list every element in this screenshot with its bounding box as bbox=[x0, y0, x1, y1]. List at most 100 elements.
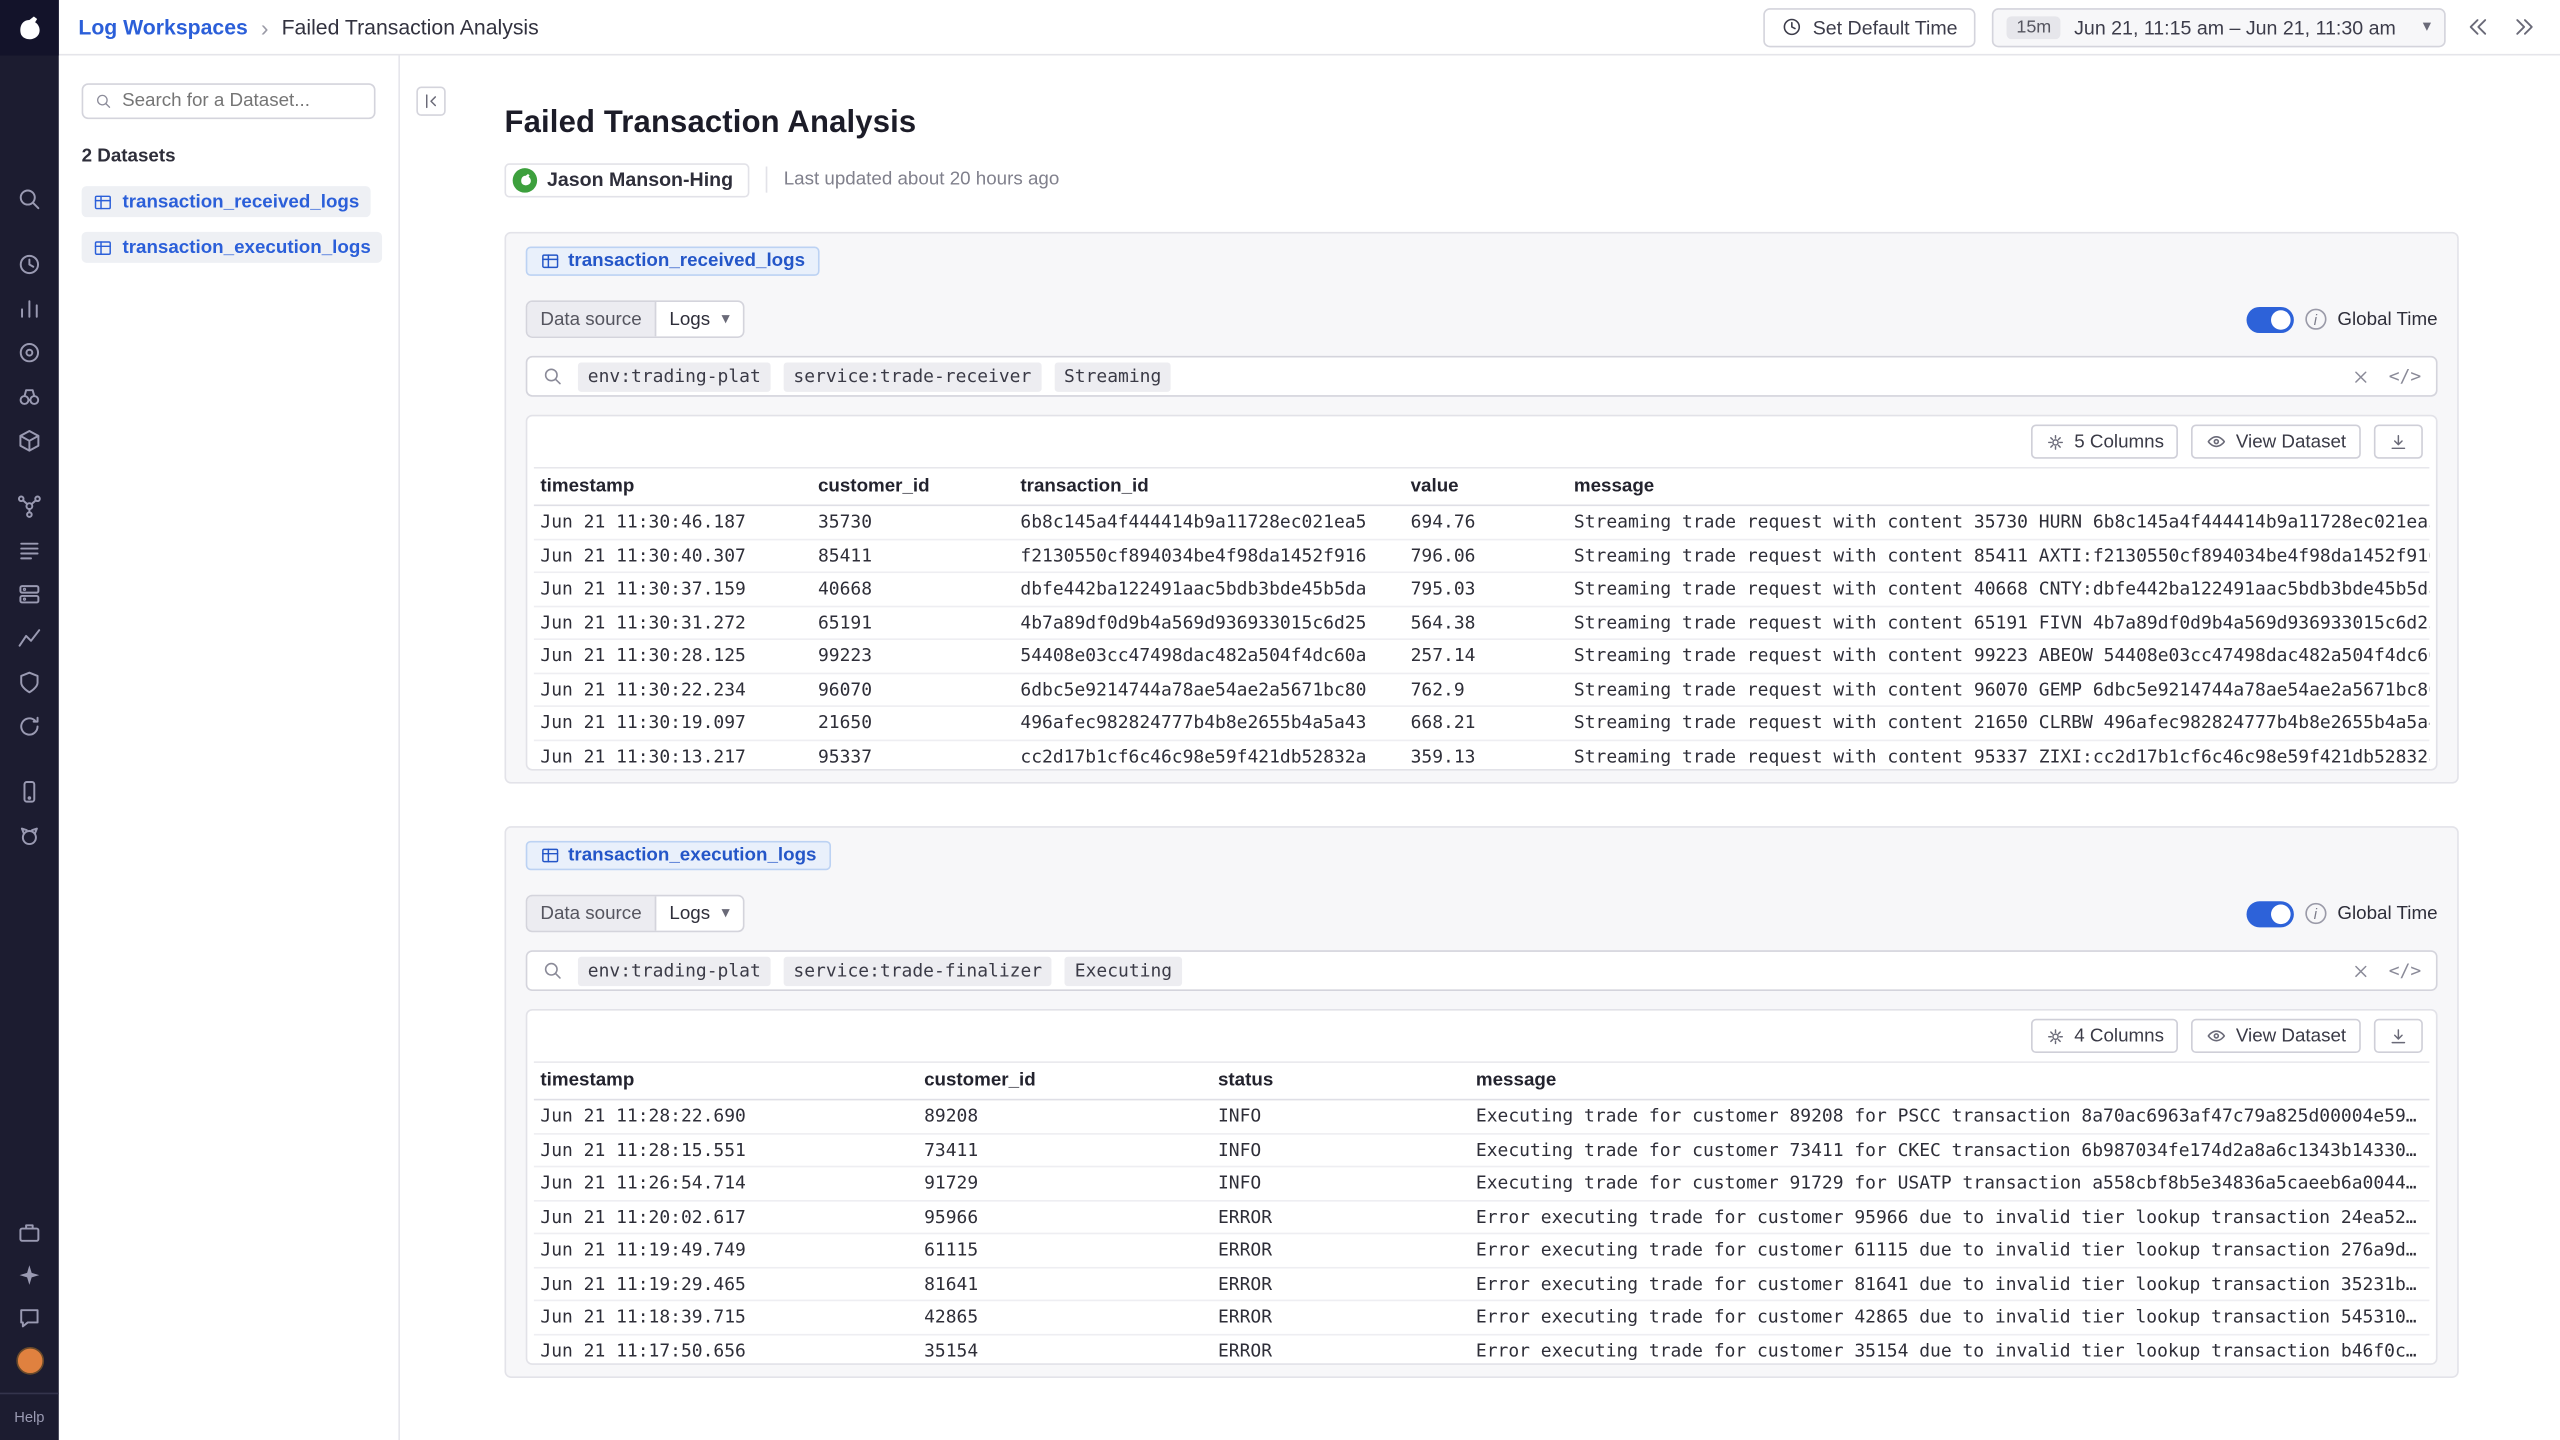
set-default-time-label: Set Default Time bbox=[1813, 16, 1958, 39]
data-source-select[interactable]: Data source Logs ▾ bbox=[526, 300, 745, 338]
user-avatar[interactable] bbox=[16, 1347, 44, 1375]
history-icon[interactable] bbox=[15, 251, 44, 277]
column-header[interactable]: customer_id bbox=[918, 1063, 1212, 1099]
collapse-sidebar-button[interactable] bbox=[416, 87, 445, 116]
code-view-icon[interactable]: </> bbox=[2389, 366, 2421, 387]
query-token[interactable]: env:trading-plat bbox=[578, 956, 771, 985]
column-header[interactable]: message bbox=[1469, 1063, 2429, 1099]
table-cell: cc2d17b1cf6c46c98e59f421db52832a bbox=[1014, 740, 1404, 769]
dataset-search[interactable] bbox=[82, 83, 376, 119]
column-header[interactable]: customer_id bbox=[811, 469, 1013, 505]
integrations-icon[interactable] bbox=[15, 428, 44, 454]
table-cell: Streaming trade request with content 216… bbox=[1567, 707, 2429, 739]
table-row[interactable]: Jun 21 11:30:28.1259922354408e03cc47498d… bbox=[534, 640, 2430, 673]
table-cell: Error executing trade for customer 95966… bbox=[1469, 1201, 2429, 1233]
table-row[interactable]: Jun 21 11:28:22.69089208INFOExecuting tr… bbox=[534, 1100, 2430, 1133]
table-row[interactable]: Jun 21 11:19:49.74961115ERRORError execu… bbox=[534, 1234, 2430, 1267]
synthetics-icon[interactable] bbox=[15, 713, 44, 739]
toolbox-icon[interactable] bbox=[15, 1220, 44, 1246]
table-row[interactable]: Jun 21 11:30:46.187357306b8c145a4f444414… bbox=[534, 506, 2430, 539]
download-button[interactable] bbox=[2374, 424, 2423, 458]
clear-query-icon[interactable] bbox=[2351, 961, 2371, 981]
breadcrumb-log-workspaces[interactable]: Log Workspaces bbox=[78, 15, 247, 39]
dataset-card-received: transaction_received_logs Data source Lo… bbox=[504, 232, 2458, 784]
table-row[interactable]: Jun 21 11:30:37.15940668dbfe442ba122491a… bbox=[534, 573, 2430, 606]
bits-ai-icon[interactable] bbox=[15, 823, 44, 849]
global-time-toggle[interactable] bbox=[2246, 900, 2293, 926]
author-chip[interactable]: Jason Manson-Hing bbox=[504, 162, 749, 196]
column-header[interactable]: message bbox=[1567, 469, 2429, 505]
download-button[interactable] bbox=[2374, 1019, 2423, 1053]
time-skip-back-button[interactable] bbox=[2462, 11, 2493, 42]
data-source-select[interactable]: Data source Logs ▾ bbox=[526, 895, 745, 933]
table-cell: 6b8c145a4f444414b9a11728ec021ea5 bbox=[1014, 506, 1404, 538]
watchdog-icon[interactable] bbox=[15, 384, 44, 410]
results-table: timestampcustomer_idtransaction_idvaluem… bbox=[527, 467, 2436, 769]
table-row[interactable]: Jun 21 11:18:39.71542865ERRORError execu… bbox=[534, 1301, 2430, 1334]
datadog-logo[interactable] bbox=[0, 0, 59, 56]
table-row[interactable]: Jun 21 11:20:02.61795966ERRORError execu… bbox=[534, 1201, 2430, 1234]
table-icon bbox=[540, 846, 560, 866]
clear-query-icon[interactable] bbox=[2351, 367, 2371, 387]
table-cell: 99223 bbox=[811, 640, 1013, 672]
query-token[interactable]: env:trading-plat bbox=[578, 362, 771, 391]
columns-button[interactable]: 5 Columns bbox=[2032, 424, 2179, 458]
global-time-label: Global Time bbox=[2337, 904, 2437, 924]
query-token-list: env:trading-plat service:trade-receiver St… bbox=[578, 362, 1171, 391]
column-header[interactable]: status bbox=[1211, 1063, 1469, 1099]
download-icon bbox=[2389, 432, 2409, 452]
table-row[interactable]: Jun 21 11:30:31.272651914b7a89df0d9b4a56… bbox=[534, 607, 2430, 640]
security-icon[interactable] bbox=[15, 669, 44, 695]
columns-button-label: 4 Columns bbox=[2074, 1026, 2164, 1046]
columns-button-label: 5 Columns bbox=[2074, 432, 2164, 452]
time-skip-forward-button[interactable] bbox=[2509, 11, 2540, 42]
columns-button[interactable]: 4 Columns bbox=[2032, 1019, 2179, 1053]
view-dataset-button[interactable]: View Dataset bbox=[2192, 1019, 2361, 1053]
time-range-select[interactable]: 15m Jun 21, 11:15 am – Jun 21, 11:30 am … bbox=[1992, 7, 2446, 46]
table-row[interactable]: Jun 21 11:26:54.71491729INFOExecuting tr… bbox=[534, 1167, 2430, 1200]
dataset-chip[interactable]: transaction_execution_logs bbox=[526, 841, 831, 870]
table-row[interactable]: Jun 21 11:30:13.21795337cc2d17b1cf6c46c9… bbox=[534, 740, 2430, 769]
table-cell: Jun 21 11:20:02.617 bbox=[534, 1201, 918, 1233]
feedback-icon[interactable] bbox=[15, 1304, 44, 1330]
global-time-toggle[interactable] bbox=[2246, 306, 2293, 332]
rum-icon[interactable] bbox=[15, 779, 44, 805]
dataset-chip[interactable]: transaction_received_logs bbox=[526, 247, 820, 276]
dashboards-icon[interactable] bbox=[15, 296, 44, 322]
ai-assistant-icon[interactable] bbox=[15, 1262, 44, 1288]
apm-icon[interactable] bbox=[15, 625, 44, 651]
query-token[interactable]: service:trade-finalizer bbox=[784, 956, 1052, 985]
table-cell: 4b7a89df0d9b4a569d936933015c6d25 bbox=[1014, 607, 1404, 639]
table-row[interactable]: Jun 21 11:30:22.234960706dbc5e9214744a78… bbox=[534, 673, 2430, 706]
info-icon[interactable]: i bbox=[2305, 903, 2326, 924]
help-button[interactable]: Help bbox=[0, 1393, 59, 1440]
query-token[interactable]: Streaming bbox=[1054, 362, 1171, 391]
sidebar-item-transaction-received-logs[interactable]: transaction_received_logs bbox=[82, 186, 371, 217]
table-cell: Executing trade for customer 91729 for U… bbox=[1469, 1167, 2429, 1199]
table-row[interactable]: Jun 21 11:30:19.09721650496afec982824777… bbox=[534, 707, 2430, 740]
query-token[interactable]: service:trade-receiver bbox=[784, 362, 1041, 391]
table-row[interactable]: Jun 21 11:19:29.46581641ERRORError execu… bbox=[534, 1268, 2430, 1301]
search-icon[interactable] bbox=[15, 186, 44, 212]
table-cell: 795.03 bbox=[1404, 573, 1567, 605]
column-header[interactable]: timestamp bbox=[534, 469, 812, 505]
query-token[interactable]: Executing bbox=[1065, 956, 1182, 985]
table-row[interactable]: Jun 21 11:30:40.30785411f2130550cf894034… bbox=[534, 540, 2430, 573]
query-bar[interactable]: env:trading-plat service:trade-receiver St… bbox=[526, 356, 2438, 397]
infrastructure-icon[interactable] bbox=[15, 581, 44, 607]
code-view-icon[interactable]: </> bbox=[2389, 960, 2421, 981]
set-default-time-button[interactable]: Set Default Time bbox=[1764, 7, 1976, 46]
view-dataset-button[interactable]: View Dataset bbox=[2192, 424, 2361, 458]
query-bar[interactable]: env:trading-plat service:trade-finalizer E… bbox=[526, 950, 2438, 991]
logs-icon[interactable] bbox=[15, 537, 44, 563]
monitors-icon[interactable] bbox=[15, 340, 44, 366]
sidebar-item-transaction-execution-logs[interactable]: transaction_execution_logs bbox=[82, 232, 383, 263]
column-header[interactable]: value bbox=[1404, 469, 1567, 505]
column-header[interactable]: transaction_id bbox=[1014, 469, 1404, 505]
info-icon[interactable]: i bbox=[2305, 309, 2326, 330]
dataset-search-input[interactable] bbox=[122, 91, 362, 111]
column-header[interactable]: timestamp bbox=[534, 1063, 918, 1099]
table-row[interactable]: Jun 21 11:17:50.65635154ERRORError execu… bbox=[534, 1335, 2430, 1364]
service-map-icon[interactable] bbox=[15, 493, 44, 519]
table-row[interactable]: Jun 21 11:28:15.55173411INFOExecuting tr… bbox=[534, 1134, 2430, 1167]
